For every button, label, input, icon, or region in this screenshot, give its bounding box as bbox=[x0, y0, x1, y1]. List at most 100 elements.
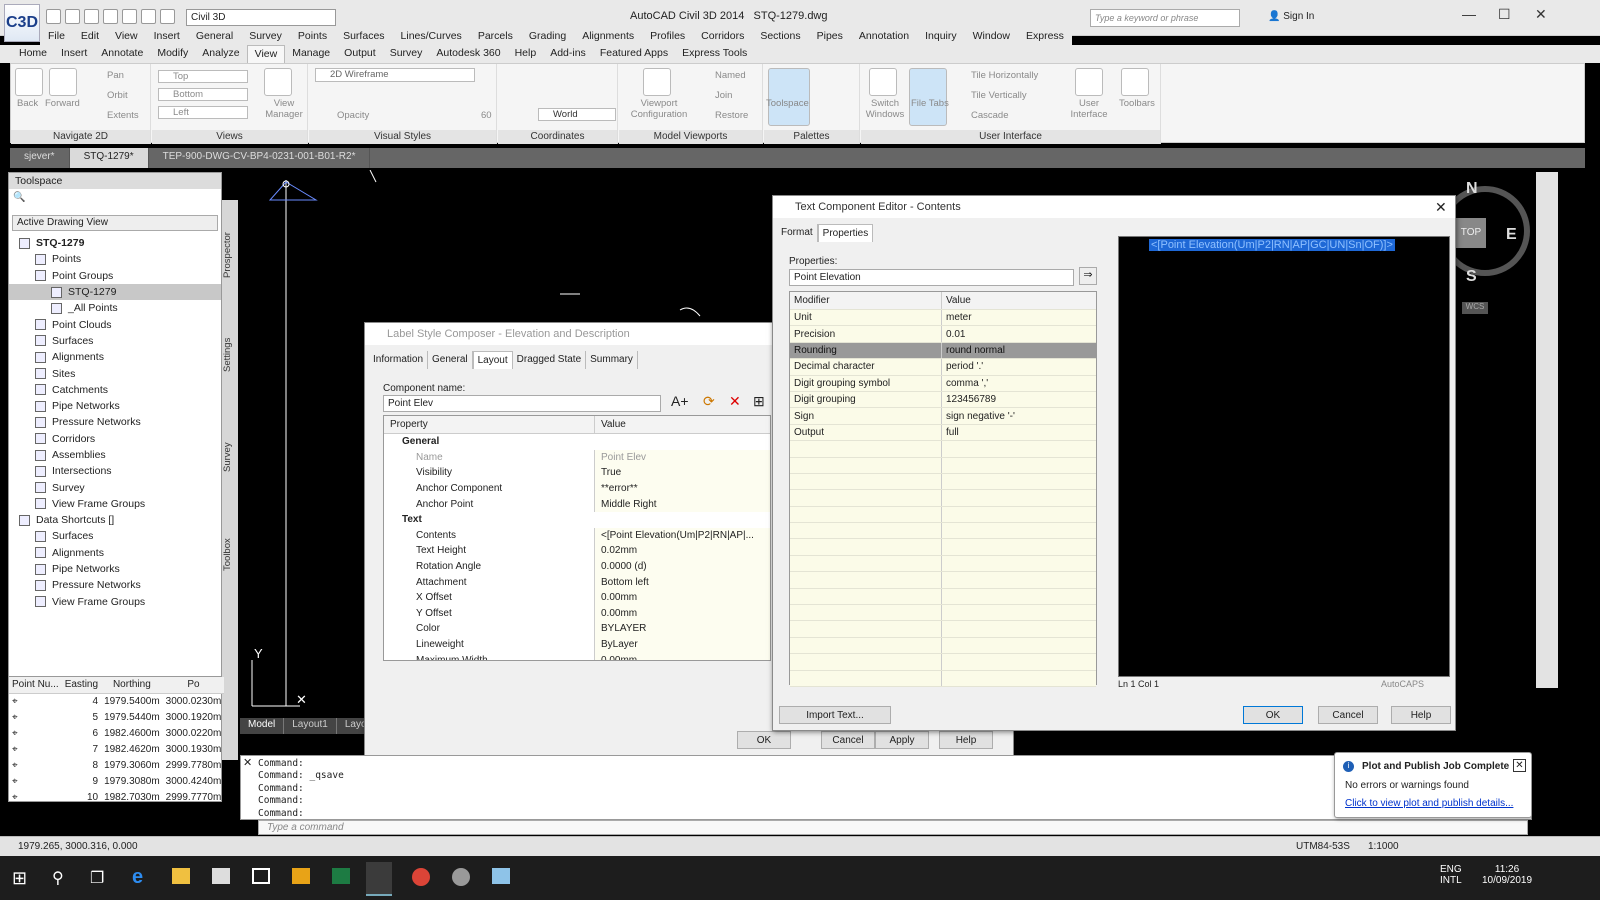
tree-node[interactable]: _All Points bbox=[9, 300, 221, 316]
document-tab[interactable]: sjever* bbox=[10, 148, 70, 168]
ribbon-tab-modify[interactable]: Modify bbox=[150, 45, 195, 63]
property-row[interactable]: Attachment Bottom left bbox=[384, 574, 770, 590]
tree-node[interactable]: Intersections bbox=[9, 463, 221, 479]
menu-window[interactable]: Window bbox=[965, 28, 1018, 46]
menu-surfaces[interactable]: Surfaces bbox=[335, 28, 392, 46]
ucs-dropdown[interactable]: World bbox=[538, 108, 616, 121]
modifier-value[interactable]: round normal bbox=[942, 342, 1096, 359]
tile-vertically-button[interactable]: Tile Vertically bbox=[971, 90, 1027, 101]
property-value[interactable]: 0.00mm bbox=[594, 605, 770, 622]
ribbon-tab-analyze[interactable]: Analyze bbox=[195, 45, 246, 63]
side-tab[interactable]: Prospector bbox=[222, 210, 238, 300]
toolspace-icon[interactable] bbox=[768, 68, 810, 126]
tree-node[interactable]: Corridors bbox=[9, 431, 221, 447]
undo-icon[interactable] bbox=[141, 9, 156, 24]
menu-insert[interactable]: Insert bbox=[146, 28, 188, 46]
opacity-value[interactable]: 60 bbox=[481, 110, 492, 121]
menu-profiles[interactable]: Profiles bbox=[642, 28, 693, 46]
edge-icon[interactable]: e bbox=[132, 866, 143, 889]
label-dialog-tab[interactable]: General bbox=[428, 351, 473, 369]
windows-start-icon[interactable]: ⊞ bbox=[12, 868, 27, 889]
outlook-icon[interactable] bbox=[292, 868, 310, 884]
ribbon-tab-output[interactable]: Output bbox=[337, 45, 383, 63]
menu-annotation[interactable]: Annotation bbox=[851, 28, 917, 46]
property-group[interactable]: General bbox=[384, 434, 770, 450]
new-icon[interactable] bbox=[46, 9, 61, 24]
side-tab[interactable]: Toolbox bbox=[222, 510, 238, 600]
menu-express[interactable]: Express bbox=[1018, 28, 1072, 46]
property-value[interactable]: Bottom left bbox=[594, 574, 770, 590]
visual-style-dropdown[interactable]: 2D Wireframe bbox=[315, 68, 475, 82]
draw-order-icon[interactable]: ⊞ bbox=[753, 393, 765, 410]
tree-node[interactable]: Sites bbox=[9, 365, 221, 381]
label-dialog-tab[interactable]: Information bbox=[369, 351, 429, 369]
menu-sections[interactable]: Sections bbox=[752, 28, 808, 46]
ribbon-tab-view[interactable]: View bbox=[246, 45, 286, 63]
toolbars-icon[interactable] bbox=[1121, 68, 1149, 96]
document-tab[interactable]: STQ-1279* bbox=[69, 148, 149, 168]
civil3d-taskbar-icon[interactable] bbox=[366, 862, 392, 896]
modifier-row[interactable]: Decimal character period '.' bbox=[790, 359, 1096, 376]
label-dialog-tab[interactable]: Layout bbox=[472, 351, 513, 369]
document-tab[interactable]: TEP-900-DWG-CV-BP4-0231-001-B01-R2* bbox=[149, 148, 371, 168]
switch-windows-icon[interactable] bbox=[869, 68, 897, 96]
print-icon[interactable] bbox=[122, 9, 137, 24]
menu-alignments[interactable]: Alignments bbox=[574, 28, 642, 46]
text-dialog-tab[interactable]: Properties bbox=[817, 224, 874, 242]
delete-component-icon[interactable]: ✕ bbox=[729, 393, 741, 410]
active-view-dropdown[interactable]: Active Drawing View bbox=[12, 215, 218, 231]
properties-dropdown[interactable]: Point Elevation bbox=[789, 269, 1074, 286]
menu-corridors[interactable]: Corridors bbox=[693, 28, 752, 46]
help-search-input[interactable]: Type a keyword or phrase bbox=[1090, 9, 1240, 27]
chrome-icon[interactable] bbox=[412, 868, 430, 886]
tree-node[interactable]: Point Clouds bbox=[9, 316, 221, 332]
coordinate-system[interactable]: UTM84-53S bbox=[1296, 841, 1350, 852]
modifier-row[interactable]: Unit meter bbox=[790, 310, 1096, 327]
menu-points[interactable]: Points bbox=[290, 28, 335, 46]
property-value[interactable]: BYLAYER bbox=[594, 621, 770, 637]
back-icon[interactable] bbox=[15, 68, 43, 96]
table-row[interactable]: ⌖ 7 1982.4620m 3000.1930m bbox=[9, 741, 224, 757]
tree-node[interactable]: STQ-1279 bbox=[9, 235, 221, 251]
add-component-icon[interactable]: A+ bbox=[671, 393, 689, 409]
toast-details-link[interactable]: Click to view plot and publish details..… bbox=[1345, 798, 1513, 809]
points-column-header[interactable]: Point Nu... bbox=[9, 677, 62, 694]
save-icon[interactable] bbox=[84, 9, 99, 24]
file-explorer-icon[interactable] bbox=[172, 868, 190, 884]
menu-grading[interactable]: Grading bbox=[521, 28, 574, 46]
tree-node[interactable]: Pressure Networks bbox=[9, 577, 221, 593]
viewport-config-icon[interactable] bbox=[643, 68, 671, 96]
tree-node[interactable]: Assemblies bbox=[9, 447, 221, 463]
tile-horizontally-button[interactable]: Tile Horizontally bbox=[971, 70, 1038, 81]
menu-parcels[interactable]: Parcels bbox=[470, 28, 521, 46]
table-row[interactable]: ⌖ 9 1979.3080m 3000.4240m bbox=[9, 773, 224, 789]
table-row[interactable]: ⌖ 6 1982.4600m 3000.0220m bbox=[9, 725, 224, 741]
language-indicator[interactable]: ENG INTL bbox=[1440, 864, 1462, 886]
forward-icon[interactable] bbox=[49, 68, 77, 96]
app-logo[interactable]: C3D bbox=[4, 4, 40, 42]
ribbon-tab-home[interactable]: Home bbox=[12, 45, 54, 63]
ribbon-tab-manage[interactable]: Manage bbox=[285, 45, 337, 63]
tree-node[interactable]: STQ-1279 bbox=[9, 283, 221, 301]
modifier-value[interactable]: full bbox=[942, 424, 1096, 441]
property-value[interactable]: 0.00mm bbox=[594, 652, 770, 660]
modifier-value[interactable]: 0.01 bbox=[942, 326, 1096, 342]
clock[interactable]: 11:26 10/09/2019 bbox=[1482, 864, 1532, 886]
modifier-row[interactable]: Sign sign negative '-' bbox=[790, 408, 1096, 425]
tree-node[interactable]: Data Shortcuts [] bbox=[9, 512, 221, 528]
component-name-dropdown[interactable]: Point Elev bbox=[383, 395, 661, 412]
compass-south[interactable]: S bbox=[1466, 268, 1477, 286]
editor-text[interactable]: <[Point Elevation(Um|P2|RN|AP|GC|UN|Sn|O… bbox=[1149, 239, 1395, 251]
tree-node[interactable]: Pipe Networks bbox=[9, 561, 221, 577]
compass-east[interactable]: E bbox=[1506, 226, 1517, 244]
property-value[interactable]: ByLayer bbox=[594, 636, 770, 653]
dialog-close-icon[interactable]: ✕ bbox=[1435, 199, 1447, 216]
table-row[interactable]: ⌖ 8 1979.3060m 2999.7780m bbox=[9, 757, 224, 773]
menu-inquiry[interactable]: Inquiry bbox=[917, 28, 965, 46]
label-dialog-ok-button[interactable]: OK bbox=[737, 731, 791, 749]
command-input[interactable]: Type a command bbox=[258, 820, 1528, 835]
copy-component-icon[interactable]: ⟳ bbox=[703, 393, 715, 410]
label-dialog-tab[interactable]: Summary bbox=[586, 351, 638, 369]
saveas-icon[interactable] bbox=[103, 9, 118, 24]
view-left[interactable]: Left bbox=[158, 106, 248, 119]
